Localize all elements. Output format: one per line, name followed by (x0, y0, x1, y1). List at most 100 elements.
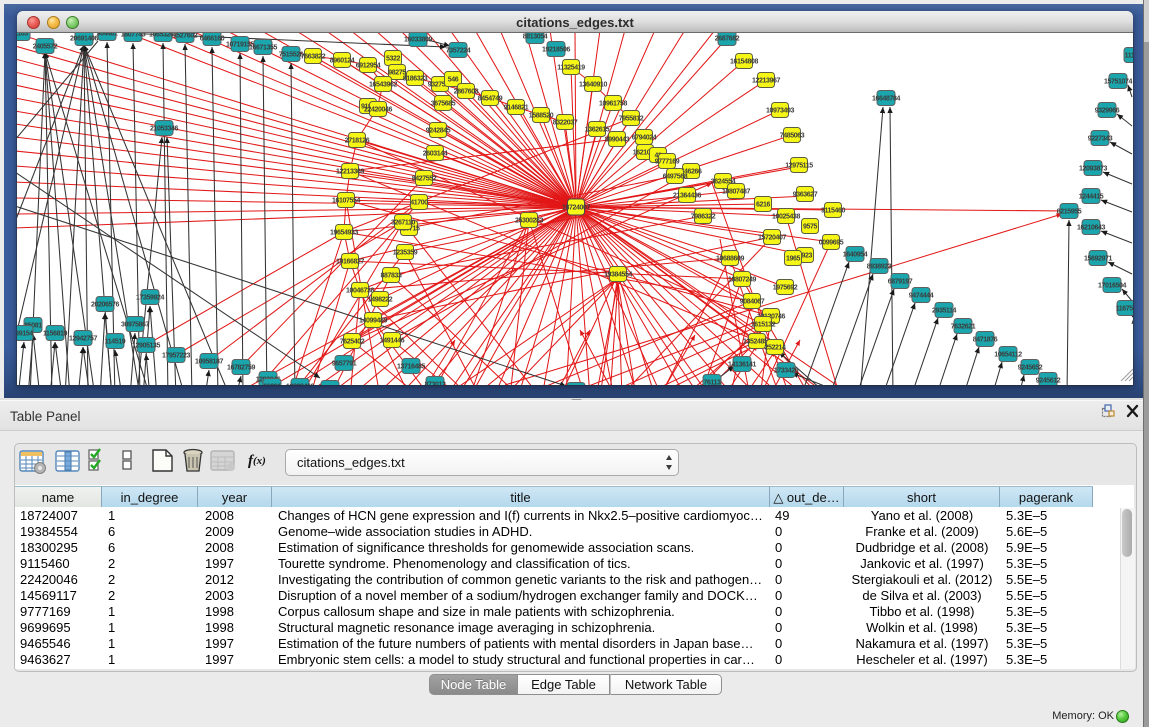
svg-text:7663822: 7663822 (301, 54, 326, 61)
svg-text:10958187: 10958187 (195, 359, 223, 366)
svg-text:1640954: 1640954 (843, 252, 868, 259)
svg-text:30975867: 30975867 (121, 322, 149, 329)
svg-text:8960124: 8960124 (330, 58, 355, 65)
svg-text:21364436: 21364436 (673, 193, 701, 200)
svg-text:9084067: 9084067 (740, 299, 765, 306)
svg-text:13640910: 13640910 (579, 82, 607, 89)
svg-text:12213967: 12213967 (752, 78, 780, 85)
svg-text:1965: 1965 (786, 256, 800, 263)
svg-text:8813054: 8813054 (523, 34, 548, 41)
svg-text:19384554: 19384554 (604, 272, 632, 279)
svg-text:6879197: 6879197 (888, 279, 913, 286)
svg-text:2935114: 2935114 (932, 308, 957, 315)
svg-text:17957223: 17957223 (162, 353, 190, 360)
svg-text:9474444: 9474444 (909, 293, 934, 300)
svg-text:114519: 114519 (105, 339, 126, 346)
svg-text:19218506: 19218506 (542, 47, 570, 54)
svg-text:7625402: 7625402 (340, 339, 365, 346)
svg-text:17359924: 17359924 (136, 295, 164, 302)
svg-text:9245612: 9245612 (1036, 378, 1061, 385)
svg-text:8322037: 8322037 (553, 120, 578, 127)
svg-text:1527602: 1527602 (173, 33, 198, 40)
svg-text:8938923: 8938923 (867, 264, 892, 271)
svg-text:16782759: 16782759 (227, 365, 255, 372)
svg-text:8454749: 8454749 (478, 96, 503, 103)
svg-text:12975115: 12975115 (785, 163, 813, 170)
svg-text:2603144: 2603144 (423, 151, 448, 158)
svg-text:(x): (x) (253, 455, 266, 467)
svg-text:11325419: 11325419 (557, 65, 585, 72)
svg-text:14136141: 14136141 (728, 362, 756, 369)
svg-text:16107554: 16107554 (332, 198, 360, 205)
svg-text:9242845: 9242845 (426, 128, 451, 135)
svg-text:19654933: 19654933 (330, 230, 358, 237)
svg-text:8427552: 8427552 (412, 176, 437, 183)
svg-text:9777169: 9777169 (655, 159, 680, 166)
svg-text:1615132: 1615132 (751, 322, 776, 329)
svg-text:13716485: 13716485 (397, 364, 425, 371)
svg-text:1975692: 1975692 (773, 285, 798, 292)
svg-text:1244415: 1244415 (1079, 194, 1104, 201)
svg-text:20206576: 20206576 (91, 302, 119, 309)
svg-text:7955812: 7955812 (619, 116, 644, 123)
svg-text:7632621: 7632621 (951, 324, 976, 331)
svg-text:546: 546 (448, 77, 459, 84)
svg-text:1498222: 1498222 (368, 297, 393, 304)
svg-text:9227343: 9227343 (1088, 136, 1113, 143)
svg-text:10025438: 10025438 (772, 214, 800, 221)
svg-text:8471876: 8471876 (973, 337, 998, 344)
svg-text:6912954: 6912954 (356, 63, 381, 70)
svg-text:1588520: 1588520 (529, 113, 554, 120)
svg-text:19823466: 19823466 (286, 384, 314, 386)
svg-text:2405572: 2405572 (33, 44, 58, 51)
svg-text:1156819: 1156819 (43, 331, 68, 338)
svg-text:9363627: 9363627 (793, 192, 818, 199)
svg-text:15720407: 15720407 (758, 235, 786, 242)
svg-text:7986322: 7986322 (691, 214, 716, 221)
svg-text:8186323: 8186323 (403, 76, 428, 83)
svg-text:0099695: 0099695 (819, 240, 844, 247)
svg-text:20691406: 20691406 (70, 36, 98, 43)
svg-text:16210643: 16210643 (1077, 225, 1105, 232)
svg-text:6216: 6216 (756, 202, 770, 209)
svg-text:3267110: 3267110 (391, 220, 416, 227)
svg-text:8990443: 8990443 (605, 137, 630, 144)
svg-text:12093873: 12093873 (1079, 166, 1107, 173)
svg-text:12942757: 12942757 (69, 336, 97, 343)
svg-text:252214: 252214 (765, 345, 786, 352)
svg-text:10973493: 10973493 (766, 108, 794, 115)
svg-text:12905135: 12905135 (132, 343, 160, 350)
svg-text:11124: 11124 (1125, 53, 1133, 60)
svg-text:16543962: 16543962 (369, 82, 397, 89)
svg-text:12213369: 12213369 (336, 169, 364, 176)
svg-text:887833: 887833 (381, 273, 402, 280)
svg-text:1733426: 1733426 (774, 368, 799, 375)
svg-text:25300283: 25300283 (515, 218, 543, 225)
svg-text:22420046: 22420046 (364, 107, 392, 114)
svg-text:76113: 76113 (703, 380, 721, 386)
svg-text:14099489: 14099489 (359, 318, 387, 325)
svg-text:9329966: 9329966 (1095, 108, 1120, 115)
svg-text:10654112: 10654112 (994, 352, 1022, 359)
svg-text:3675685: 3675685 (431, 101, 456, 108)
svg-text:6497568: 6497568 (663, 174, 688, 181)
svg-text:19166827: 19166827 (336, 259, 364, 266)
svg-text:10961758: 10961758 (599, 101, 627, 108)
svg-text:17016504: 17016504 (1098, 283, 1126, 290)
svg-text:8215955: 8215955 (1057, 209, 1082, 216)
svg-text:2687682: 2687682 (715, 36, 740, 43)
svg-text:16154808: 16154808 (730, 59, 758, 66)
svg-text:7485063: 7485063 (780, 133, 805, 140)
svg-text:10807487: 10807487 (722, 189, 750, 196)
svg-text:9575: 9575 (803, 224, 817, 231)
svg-text:1235359: 1235359 (393, 250, 418, 257)
svg-text:1491446: 1491446 (380, 338, 405, 345)
svg-text:1362615: 1362615 (585, 127, 610, 134)
svg-text:2718126: 2718126 (345, 138, 370, 145)
svg-text:9146821: 9146821 (504, 105, 529, 112)
svg-text:7357224: 7357224 (446, 48, 471, 55)
svg-text:9115460: 9115460 (821, 208, 846, 215)
svg-text:66201: 66201 (263, 384, 281, 386)
svg-text:15751074: 15751074 (1104, 79, 1132, 86)
svg-text:16033809: 16033809 (404, 37, 432, 44)
